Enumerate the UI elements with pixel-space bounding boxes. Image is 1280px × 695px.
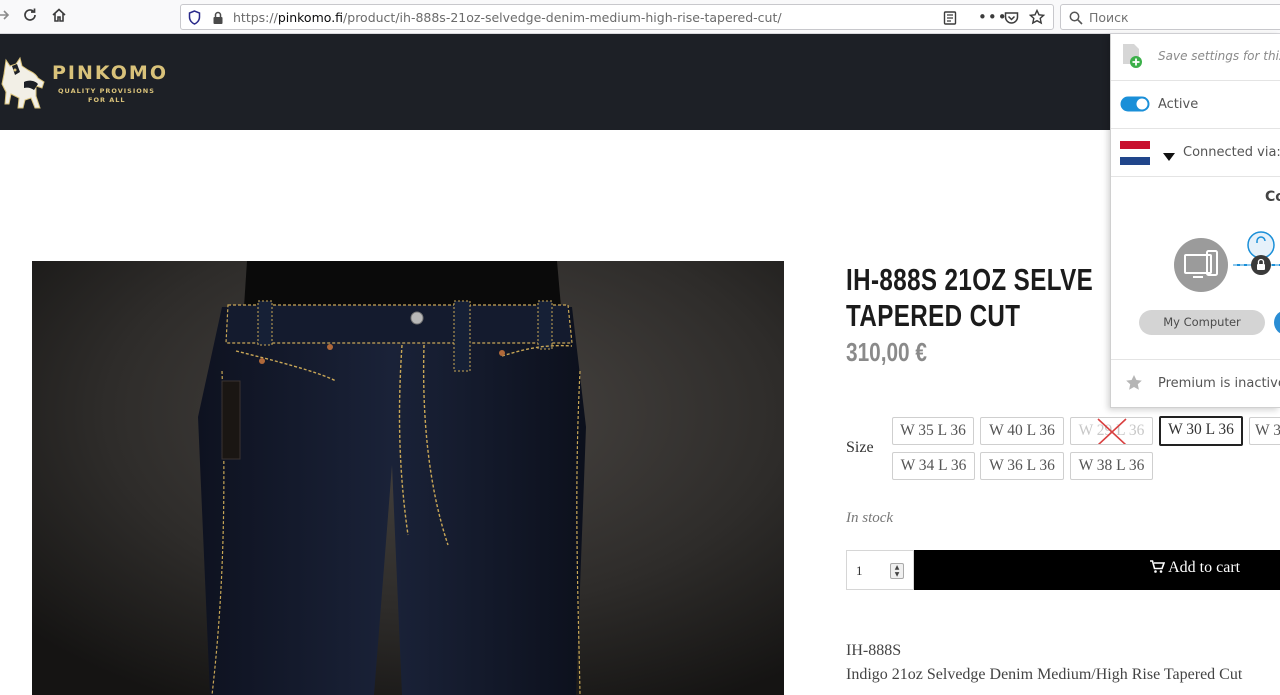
save-settings-text: Save settings for this (1158, 49, 1280, 63)
url-scheme: https:// (233, 10, 278, 25)
quantity-stepper[interactable]: 1 ▲ ▼ (846, 550, 914, 590)
shield-lock-icon (1243, 231, 1279, 285)
netherlands-flag-icon (1120, 141, 1150, 169)
browser-toolbar: https://pinkomo.fi/product/ih-888s-21oz-… (0, 0, 1280, 34)
quantity-spin-icon[interactable]: ▲ ▼ (890, 563, 904, 579)
connection-heading: Co (1265, 189, 1280, 205)
bookmark-star-icon[interactable] (1028, 8, 1046, 29)
cart-icon (1150, 560, 1166, 573)
add-to-cart-text: Add to cart (1168, 559, 1241, 576)
product-description: Indigo 21oz Selvedge Denim Medium/High R… (846, 666, 1243, 683)
home-icon[interactable] (49, 7, 69, 27)
reload-icon[interactable] (20, 7, 40, 27)
connected-via-label: Connected via: (1183, 145, 1280, 160)
url-path: /product/ih-888s-21oz-selvedge-denim-med… (343, 10, 782, 25)
caret-down-icon[interactable] (1162, 147, 1176, 166)
site-header: PINKOMO QUALITY PROVISIONS FOR ALL (0, 34, 1280, 130)
stock-status: In stock (846, 510, 894, 526)
active-toggle[interactable] (1120, 96, 1150, 116)
size-option[interactable]: W 40 L 36 (980, 417, 1064, 445)
product-sku: IH-888S (846, 642, 902, 659)
lock-icon[interactable] (212, 10, 224, 29)
size-option-unavailable: W 29 L 36 (1070, 417, 1153, 445)
active-label: Active (1158, 97, 1199, 112)
forward-icon[interactable] (0, 7, 14, 27)
url-domain: pinkomo.fi (277, 10, 344, 25)
quantity-value[interactable]: 1 (856, 563, 863, 579)
add-to-cart-button[interactable]: Add to cart (914, 550, 1280, 590)
vpn-extension-popup: Save settings for this Active Connected … (1110, 34, 1280, 408)
size-option[interactable]: W 34 L 36 (892, 452, 975, 480)
save-page-icon[interactable] (1121, 43, 1143, 73)
product-title-line-2: TAPERED CUT (846, 298, 1021, 333)
size-option[interactable]: W 38 L 36 (1070, 452, 1153, 480)
size-option[interactable]: W 3 (1249, 417, 1280, 445)
size-option[interactable]: W 36 L 36 (980, 452, 1064, 480)
dog-logo-icon[interactable] (0, 52, 50, 114)
logo-tagline-2: FOR ALL (88, 96, 126, 104)
search-bar[interactable]: Поиск (1060, 4, 1280, 30)
my-computer-button[interactable]: My Computer (1139, 310, 1265, 335)
unavailable-cross-icon (1097, 418, 1127, 444)
computer-icon (1173, 237, 1229, 297)
product-title-line-1: IH-888S 21OZ SELVE (846, 262, 1094, 297)
add-to-cart-label: Add to cart (1150, 559, 1240, 577)
product-image[interactable] (32, 261, 784, 695)
size-option[interactable]: W 35 L 36 (892, 417, 974, 445)
reader-view-icon[interactable] (943, 10, 957, 29)
url-text[interactable]: https://pinkomo.fi/product/ih-888s-21oz-… (233, 10, 782, 25)
logo-wordmark[interactable]: PINKOMO (52, 62, 168, 84)
product-price: 310,00 € (846, 337, 927, 367)
product-title: IH-888S 21OZ SELVE TAPERED CUT (846, 262, 1093, 334)
tracking-protection-icon[interactable] (188, 10, 201, 29)
star-icon (1125, 374, 1143, 396)
pocket-icon[interactable] (1004, 10, 1019, 29)
vpn-save-row[interactable]: Save settings for this (1111, 34, 1280, 81)
vpn-divider (1111, 359, 1280, 360)
search-icon (1069, 10, 1083, 29)
premium-status-text: Premium is inactive (1158, 376, 1280, 391)
vpn-server-button[interactable] (1274, 310, 1280, 335)
address-bar[interactable]: https://pinkomo.fi/product/ih-888s-21oz-… (180, 4, 1054, 30)
size-label: Size (846, 439, 874, 456)
search-placeholder: Поиск (1089, 10, 1129, 25)
logo-tagline: QUALITY PROVISIONS (58, 87, 155, 95)
size-option-selected[interactable]: W 30 L 36 (1159, 416, 1243, 446)
